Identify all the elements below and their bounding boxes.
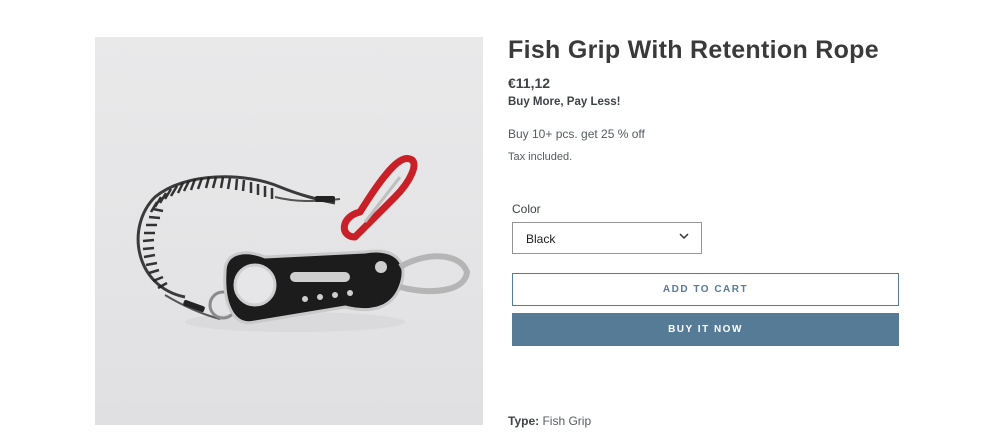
promo-text: Buy 10+ pcs. get 25 % off xyxy=(508,127,645,141)
product-image[interactable] xyxy=(95,37,483,425)
product-type-value: Fish Grip xyxy=(542,414,592,428)
color-select[interactable]: Black xyxy=(512,222,702,254)
chevron-down-icon xyxy=(679,233,689,240)
buy-it-now-button[interactable]: BUY IT NOW xyxy=(512,313,899,346)
tax-note: Tax included. xyxy=(508,151,573,163)
add-to-cart-button[interactable]: ADD TO CART xyxy=(512,273,899,306)
color-select-value: Black xyxy=(526,232,556,246)
promo-title: Buy More, Pay Less! xyxy=(508,96,621,108)
product-title: Fish Grip With Retention Rope xyxy=(508,36,879,64)
color-label: Color xyxy=(512,202,541,216)
product-type-label: Type: xyxy=(508,414,540,428)
product-type: Type: Fish Grip xyxy=(508,414,591,428)
fish-grip-illustration xyxy=(136,154,471,332)
product-price: €11,12 xyxy=(508,75,551,91)
